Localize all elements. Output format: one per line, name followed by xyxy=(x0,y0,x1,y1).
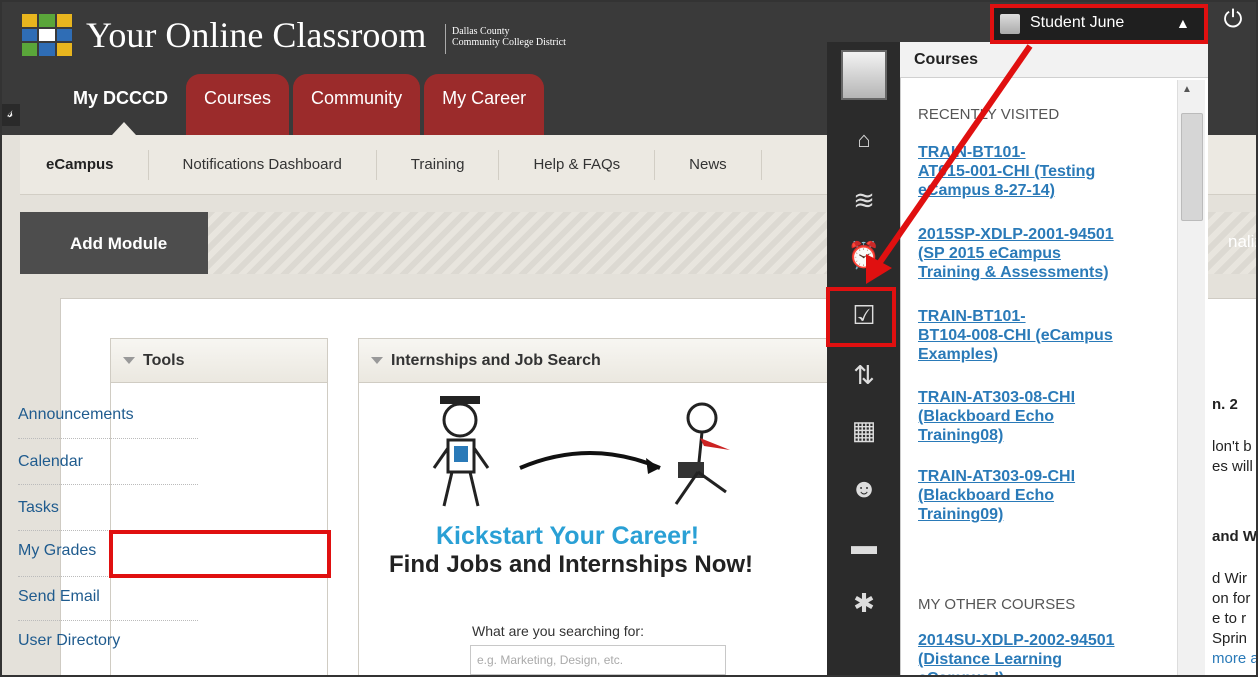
messages-icon[interactable]: ▬ xyxy=(844,525,884,565)
course-line: (Blackboard Echo xyxy=(918,408,1055,425)
logout-power-icon[interactable]: ⏻ xyxy=(1218,6,1248,36)
kickstart-heading: Kickstart Your Career! xyxy=(436,522,700,550)
tool-link-my-grades[interactable]: My Grades xyxy=(18,542,96,560)
internships-title: Internships and Job Search xyxy=(391,352,601,369)
tools-icon[interactable]: ✱ xyxy=(844,583,884,623)
find-jobs-heading: Find Jobs and Internships Now! xyxy=(389,551,754,578)
pin-link-icon[interactable]: 𝓈 xyxy=(0,104,20,126)
search-label: What are you searching for: xyxy=(472,623,644,639)
course-line: (Blackboard Echo xyxy=(918,487,1055,504)
right-module-title: n. 2 xyxy=(1212,396,1238,413)
career-illustration xyxy=(432,396,730,507)
course-line: (Distance Learning xyxy=(918,651,1063,668)
bb-home-icon[interactable]: ⌂ xyxy=(844,120,884,160)
tab-community[interactable]: Community xyxy=(293,74,421,135)
course-link-other[interactable]: 2014SU-XDLP-2002-94501 (Distance Learnin… xyxy=(918,631,1158,677)
course-line: eCampus 8-27-14) xyxy=(918,182,1055,199)
course-line: 2015SP-XDLP-2001-94501 xyxy=(918,226,1114,243)
course-line: Training09) xyxy=(918,506,1004,523)
right-text-line: Sprin xyxy=(1212,630,1248,647)
tool-link-announcements[interactable]: Announcements xyxy=(18,406,134,424)
collapse-triangle-icon xyxy=(371,357,383,365)
activity-stream-icon[interactable]: ≋ xyxy=(844,180,884,220)
subnav-ecampus[interactable]: eCampus xyxy=(20,149,149,180)
right-text-line: d Wir xyxy=(1212,570,1247,587)
course-link-recent[interactable]: TRAIN-AT303-09-CHI (Blackboard Echo Trai… xyxy=(918,467,1158,524)
calendar-icon[interactable]: ▦ xyxy=(844,410,884,450)
course-line: eCampus I) xyxy=(918,669,1158,677)
tool-link-calendar[interactable]: Calendar xyxy=(18,453,83,471)
updates-icon[interactable]: ⇅ xyxy=(844,355,884,395)
tools-module: Tools xyxy=(110,338,328,677)
subnav-notifications-dashboard[interactable]: Notifications Dashboard xyxy=(149,149,377,180)
course-link-recent[interactable]: TRAIN-BT101- AT015-001-CHI (Testing eCam… xyxy=(918,143,1158,200)
tab-courses[interactable]: Courses xyxy=(186,74,290,135)
course-line: TRAIN-BT101- xyxy=(918,144,1026,161)
course-line: Training08) xyxy=(918,427,1004,444)
subnav-help-faqs[interactable]: Help & FAQs xyxy=(499,149,656,180)
tool-divider xyxy=(18,438,198,439)
subnav-training[interactable]: Training xyxy=(377,149,500,180)
courses-flyout-title: Courses xyxy=(900,42,1208,78)
scrollbar-thumb[interactable] xyxy=(1181,113,1203,221)
course-line: 2014SU-XDLP-2002-94501 xyxy=(918,632,1115,649)
right-text-line: es will xyxy=(1212,458,1253,475)
alarm-icon[interactable]: ⏰ xyxy=(844,235,884,275)
more-link[interactable]: more a xyxy=(1212,650,1258,667)
tool-link-send-email[interactable]: Send Email xyxy=(18,588,100,606)
internships-module-header[interactable]: Internships and Job Search xyxy=(359,339,827,383)
tool-divider xyxy=(18,484,198,485)
dcccd-logo-icon xyxy=(22,14,72,56)
right-text-line: on for xyxy=(1212,590,1251,607)
right-text-line: e to r xyxy=(1212,610,1247,627)
course-link-recent[interactable]: TRAIN-BT101- BT104-008-CHI (eCampus Exam… xyxy=(918,307,1158,364)
course-line: Examples) xyxy=(918,346,999,363)
smile-icon[interactable]: ☻ xyxy=(844,468,884,508)
brand-divider xyxy=(445,24,446,54)
highlight-grades-icon xyxy=(826,287,896,347)
collapse-triangle-icon xyxy=(123,357,135,365)
highlight-user-menu xyxy=(990,4,1208,44)
right-text-heading: and W xyxy=(1212,528,1257,545)
tool-link-user-directory[interactable]: User Directory xyxy=(18,632,120,650)
course-line: BT104-008-CHI (eCampus xyxy=(918,327,1113,344)
active-tab-pointer xyxy=(112,122,136,135)
personalize-button[interactable]: nalize xyxy=(1228,232,1258,252)
course-link-recent[interactable]: 2015SP-XDLP-2001-94501 (SP 2015 eCampus … xyxy=(918,225,1158,282)
course-link-recent[interactable]: TRAIN-AT303-08-CHI (Blackboard Echo Trai… xyxy=(918,388,1158,445)
course-line: TRAIN-AT303-08-CHI xyxy=(918,389,1076,406)
course-line: TRAIN-BT101- xyxy=(918,308,1026,325)
course-line: Training & Assessments) xyxy=(918,264,1109,281)
course-line: (SP 2015 eCampus xyxy=(918,245,1061,262)
my-other-courses-label: MY OTHER COURSES xyxy=(918,596,1076,613)
highlight-my-grades xyxy=(109,530,331,578)
brand-subtitle: Dallas County Community College District xyxy=(452,26,566,48)
tool-link-tasks[interactable]: Tasks xyxy=(18,499,59,517)
subnav-news[interactable]: News xyxy=(655,149,762,180)
tools-module-header[interactable]: Tools xyxy=(111,339,327,383)
recently-visited-label: RECENTLY VISITED xyxy=(918,106,1060,123)
tools-title: Tools xyxy=(143,352,185,369)
scroll-up-arrow-icon[interactable]: ▲ xyxy=(1182,84,1192,95)
tab-my-career[interactable]: My Career xyxy=(424,74,545,135)
course-line: TRAIN-AT303-09-CHI xyxy=(918,468,1076,485)
tool-divider xyxy=(18,620,198,621)
add-module-button[interactable]: Add Module xyxy=(20,212,208,274)
right-text-line: lon't b xyxy=(1212,438,1252,455)
course-line: AT015-001-CHI (Testing xyxy=(918,163,1096,180)
profile-avatar[interactable] xyxy=(841,50,887,100)
brand-title: Your Online Classroom xyxy=(86,15,427,55)
job-search-input[interactable] xyxy=(470,645,726,675)
